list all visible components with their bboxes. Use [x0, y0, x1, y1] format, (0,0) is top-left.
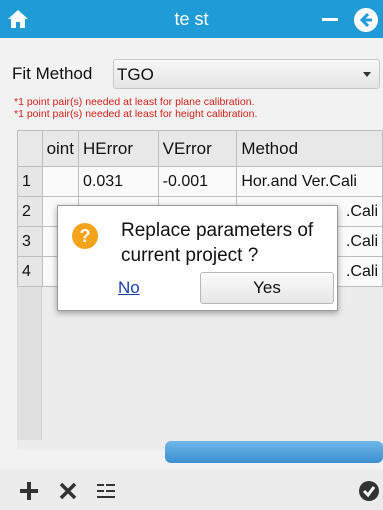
title-bar: te st: [0, 0, 383, 38]
no-button[interactable]: No: [118, 278, 140, 298]
table-row[interactable]: 1 0.031 -0.001 Hor.and Ver.Cali: [17, 166, 383, 197]
dialog-message: Replace parameters of current project ?: [121, 220, 314, 266]
horizontal-scrollbar[interactable]: [165, 441, 383, 463]
column-header-index[interactable]: [17, 130, 43, 167]
height-calibration-warning: *1 point pair(s) needed at least for hei…: [14, 108, 258, 120]
fit-method-select[interactable]: TGO: [113, 59, 380, 89]
column-header-method[interactable]: Method: [236, 130, 383, 167]
list-icon[interactable]: [95, 480, 117, 502]
fit-method-value: TGO: [117, 65, 154, 84]
herror-cell: 0.031: [77, 166, 159, 197]
plus-icon[interactable]: [18, 480, 40, 502]
point-cell: [41, 166, 79, 197]
fit-method-row: Fit Method TGO: [0, 57, 383, 91]
plane-calibration-warning: *1 point pair(s) needed at least for pla…: [14, 96, 255, 108]
column-header-verror[interactable]: VError: [157, 130, 238, 167]
svg-text:?: ?: [80, 226, 91, 246]
yes-button[interactable]: Yes: [200, 272, 334, 304]
row-index: 1: [17, 166, 43, 197]
verror-cell: -0.001: [157, 166, 238, 197]
delete-icon[interactable]: [57, 480, 79, 502]
column-header-herror[interactable]: HError: [77, 130, 159, 167]
question-icon: ?: [72, 223, 98, 249]
back-icon[interactable]: [353, 7, 379, 33]
table-header-row: oint HError VError Method: [17, 130, 383, 167]
column-header-point[interactable]: oint: [41, 130, 79, 167]
confirm-icon[interactable]: [358, 480, 380, 502]
method-cell: Hor.and Ver.Cali: [236, 166, 383, 197]
fit-method-label: Fit Method: [12, 64, 93, 83]
minimize-icon[interactable]: [318, 7, 342, 31]
row-index: 4: [17, 256, 43, 287]
chevron-down-icon: [363, 72, 371, 77]
bottom-toolbar: [0, 470, 383, 510]
row-index: 2: [17, 196, 43, 227]
replace-parameters-dialog: ? Replace parameters of current project …: [57, 205, 338, 311]
row-index: 3: [17, 226, 43, 257]
